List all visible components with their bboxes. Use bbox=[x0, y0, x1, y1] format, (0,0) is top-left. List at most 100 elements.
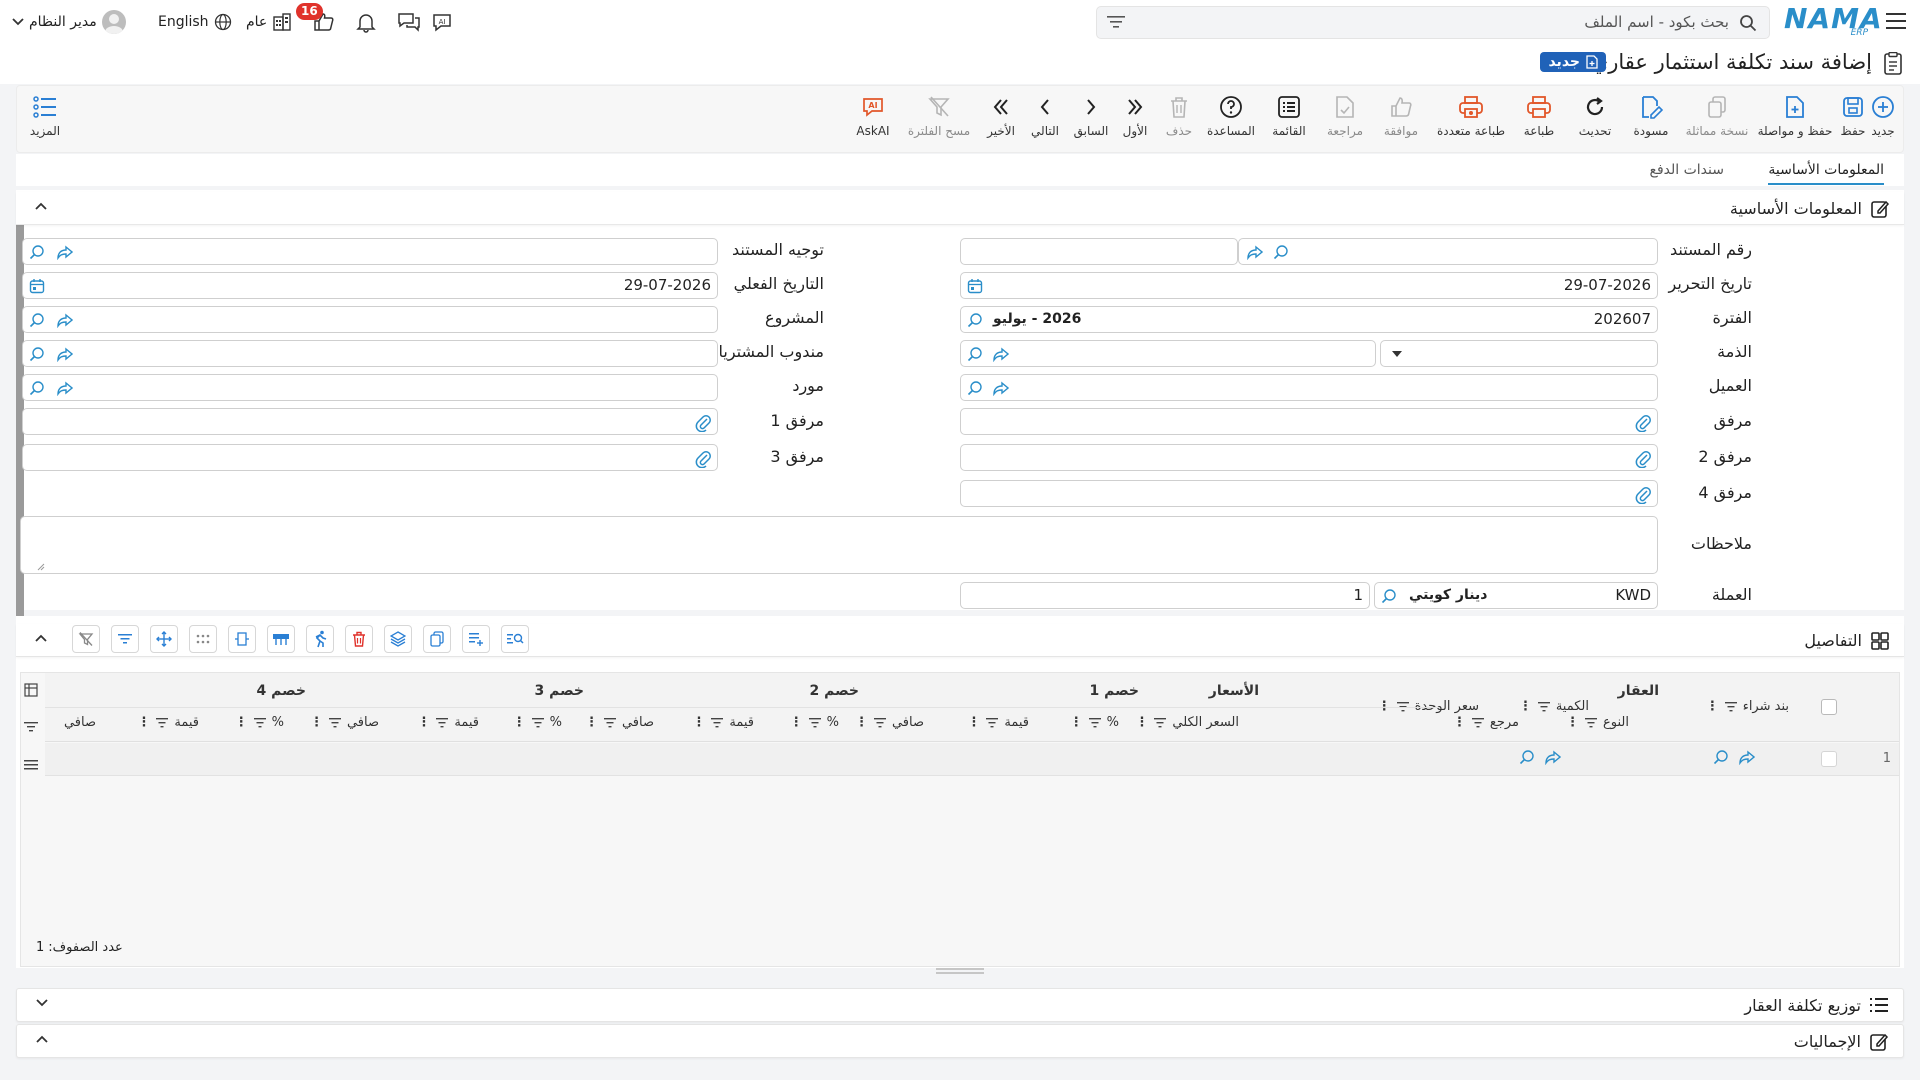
cost-distribution-header[interactable]: توزيع تكلفة العقار bbox=[16, 988, 1904, 1022]
column-menu-icon[interactable]: ⋮ bbox=[235, 715, 248, 730]
lookup-search-icon[interactable] bbox=[1713, 749, 1729, 765]
column-menu-icon[interactable]: ⋮ bbox=[967, 715, 980, 730]
share-icon[interactable] bbox=[993, 380, 1009, 396]
column-menu-icon[interactable]: ⋮ bbox=[1453, 715, 1466, 730]
col-disc2-net[interactable]: صافي ⋮ bbox=[585, 715, 654, 730]
col-disc1-net[interactable]: صافي ⋮ bbox=[855, 715, 924, 730]
paperclip-icon[interactable] bbox=[695, 450, 711, 468]
account-field[interactable] bbox=[960, 340, 1376, 367]
column-filter-icon[interactable] bbox=[253, 717, 266, 728]
refresh-button[interactable]: تحديث bbox=[1567, 94, 1623, 138]
table-settings-icon[interactable] bbox=[24, 683, 38, 697]
lookup-search-icon[interactable] bbox=[967, 312, 983, 328]
run-icon[interactable] bbox=[306, 625, 334, 653]
currency-rate-field[interactable]: 1 bbox=[960, 582, 1370, 609]
col-ref[interactable]: مرجع ⋮ bbox=[1453, 715, 1519, 730]
attachment-field[interactable] bbox=[960, 408, 1658, 435]
chevron-up-icon[interactable] bbox=[35, 1034, 49, 1044]
copy-row-icon[interactable] bbox=[423, 625, 451, 653]
help-button[interactable]: المساعدة bbox=[1203, 94, 1259, 138]
column-menu-icon[interactable]: ⋮ bbox=[310, 715, 323, 730]
account-type-select[interactable] bbox=[1380, 340, 1658, 367]
paperclip-icon[interactable] bbox=[695, 414, 711, 432]
column-filter-icon[interactable] bbox=[1585, 717, 1598, 728]
issue-date-field[interactable]: 29-07-2026 bbox=[960, 272, 1658, 299]
column-menu-icon[interactable]: ⋮ bbox=[1070, 715, 1083, 730]
clear-filter-button[interactable]: مسح الفلترة bbox=[903, 94, 975, 138]
share-icon[interactable] bbox=[57, 380, 73, 396]
attachment2-field[interactable] bbox=[960, 444, 1658, 471]
column-filter-icon[interactable] bbox=[1471, 717, 1484, 728]
add-rows-icon[interactable] bbox=[462, 625, 490, 653]
column-menu-icon[interactable]: ⋮ bbox=[1519, 699, 1532, 714]
totals-header[interactable]: الإجماليات bbox=[16, 1024, 1904, 1058]
attachment3-field[interactable] bbox=[22, 444, 718, 471]
ai-icon[interactable]: AI bbox=[430, 0, 454, 44]
currency-field[interactable]: KWD دينار كويتي bbox=[1374, 582, 1658, 609]
column-menu-icon[interactable]: ⋮ bbox=[1135, 715, 1148, 730]
approve-button[interactable]: موافقة bbox=[1373, 94, 1429, 138]
column-menu-icon[interactable]: ⋮ bbox=[692, 715, 705, 730]
col-disc4-net[interactable]: صافي bbox=[64, 715, 96, 730]
lookup-search-icon[interactable] bbox=[1381, 588, 1397, 604]
col-total-price[interactable]: السعر الكلي ⋮ bbox=[1135, 715, 1239, 730]
lookup-search-icon[interactable] bbox=[29, 346, 45, 362]
save-and-continue-button[interactable]: حفظ و مواصلة bbox=[1755, 94, 1835, 138]
col-disc4-value[interactable]: قيمة ⋮ bbox=[137, 715, 199, 730]
column-menu-icon[interactable]: ⋮ bbox=[513, 715, 526, 730]
share-icon[interactable] bbox=[1247, 244, 1263, 260]
attachment1-field[interactable] bbox=[22, 408, 718, 435]
col-disc3-net[interactable]: صافي ⋮ bbox=[310, 715, 379, 730]
share-icon[interactable] bbox=[993, 346, 1009, 362]
more-button[interactable]: المزيد bbox=[17, 94, 73, 138]
print-button[interactable]: طباعة bbox=[1511, 94, 1567, 138]
actual-date-field[interactable]: 29-07-2026 bbox=[22, 272, 718, 299]
layers-icon[interactable] bbox=[384, 625, 412, 653]
column-filter-icon[interactable] bbox=[873, 717, 886, 728]
select-all-checkbox[interactable] bbox=[1821, 699, 1837, 715]
draft-button[interactable]: مسودة bbox=[1623, 94, 1679, 138]
col-disc1-value[interactable]: قيمة ⋮ bbox=[967, 715, 1029, 730]
share-icon[interactable] bbox=[57, 346, 73, 362]
column-menu-icon[interactable]: ⋮ bbox=[1706, 699, 1719, 714]
doc-number-extra-field[interactable] bbox=[960, 238, 1238, 265]
column-filter-icon[interactable] bbox=[531, 717, 544, 728]
column-filter-icon[interactable] bbox=[1537, 701, 1550, 712]
col-disc1-pct[interactable]: % ⋮ bbox=[1070, 715, 1119, 730]
share-icon[interactable] bbox=[1545, 749, 1561, 765]
column-menu-icon[interactable]: ⋮ bbox=[417, 715, 430, 730]
column-filter-icon[interactable] bbox=[986, 717, 999, 728]
share-icon[interactable] bbox=[57, 244, 73, 260]
lookup-search-icon[interactable] bbox=[29, 244, 45, 260]
row-checkbox[interactable] bbox=[1821, 751, 1837, 767]
col-disc4-pct[interactable]: % ⋮ bbox=[235, 715, 284, 730]
language-switch[interactable]: English bbox=[158, 0, 232, 44]
column-filter-icon[interactable] bbox=[436, 717, 449, 728]
last-button[interactable]: الأخير bbox=[977, 94, 1025, 138]
calendar-icon[interactable] bbox=[29, 278, 45, 294]
column-filter-icon[interactable] bbox=[1154, 717, 1167, 728]
basic-info-header[interactable]: المعلومات الأساسية bbox=[16, 192, 1904, 225]
col-disc3-pct[interactable]: % ⋮ bbox=[513, 715, 562, 730]
company-selector[interactable]: عام bbox=[246, 0, 292, 44]
paperclip-icon[interactable] bbox=[1635, 486, 1651, 504]
search-box[interactable]: بحث بكود - اسم الملف bbox=[1096, 6, 1770, 39]
menu-icon[interactable] bbox=[1886, 12, 1906, 30]
bell-icon[interactable] bbox=[355, 0, 377, 44]
doc-number-field[interactable] bbox=[1238, 238, 1658, 265]
paperclip-icon[interactable] bbox=[1635, 414, 1651, 432]
delete-row-icon[interactable] bbox=[345, 625, 373, 653]
column-filter-icon[interactable] bbox=[1724, 701, 1737, 712]
lookup-search-icon[interactable] bbox=[29, 312, 45, 328]
column-menu-icon[interactable]: ⋮ bbox=[855, 715, 868, 730]
search-input[interactable]: بحث بكود - اسم الملف bbox=[1584, 13, 1729, 31]
chat-icon[interactable] bbox=[397, 0, 421, 44]
column-filter-icon[interactable] bbox=[1088, 717, 1101, 728]
column-filter-icon[interactable] bbox=[711, 717, 724, 728]
list-button[interactable]: القائمة bbox=[1261, 94, 1317, 138]
project-field[interactable] bbox=[22, 306, 718, 333]
filter-icon[interactable] bbox=[24, 721, 38, 733]
menu-icon[interactable] bbox=[24, 759, 38, 771]
chevron-up-icon[interactable] bbox=[34, 633, 48, 643]
chevron-down-icon[interactable] bbox=[35, 998, 49, 1008]
